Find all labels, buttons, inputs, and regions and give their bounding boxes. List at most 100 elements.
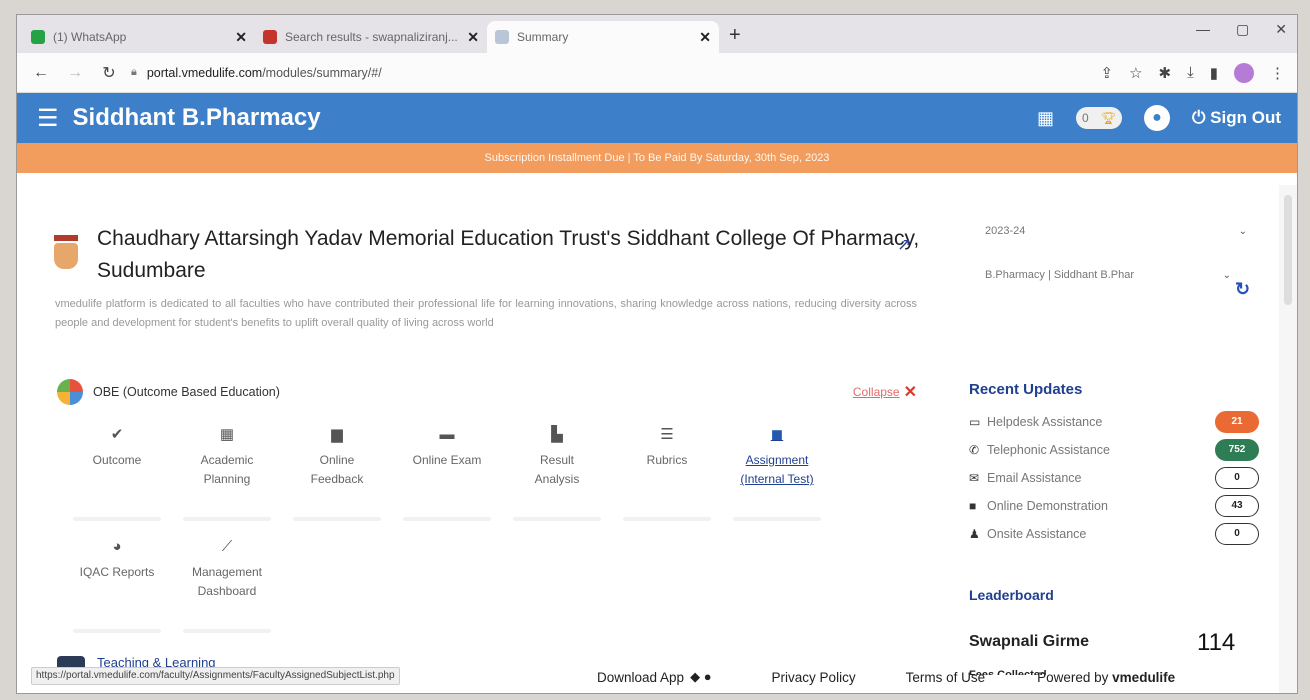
tile-online-feedback[interactable]: ▆ Online Feedback [287,425,387,521]
powered-by: Powered by vmedulife [1037,670,1175,685]
update-row-onsite[interactable]: ♟ Onsite Assistance 0 [969,520,1259,548]
count-badge: 43 [1215,495,1259,517]
url-path: /modules/summary/#/ [262,65,382,80]
tab-title: Summary [517,30,569,44]
user-profile-icon[interactable]: ● [1143,105,1170,131]
tile-outcome[interactable]: ✔ Outcome [67,425,167,521]
tab-summary[interactable]: Summary ✕ [487,21,719,53]
book-icon: ◼ [770,426,784,443]
college-name: Chaudhary Attarsingh Yadav Memorial Educ… [97,227,920,282]
leaderboard-name: Swapnali Girme [969,633,1090,650]
count-badge: 0 [1215,467,1259,489]
chevron-down-icon: ⌄ [1238,225,1247,237]
obe-section-header: OBE (Outcome Based Education) Collapse ✕ [57,379,917,405]
main-content: Chaudhary Attarsingh Yadav Memorial Educ… [17,203,1279,675]
android-apple-icon[interactable]: ◆ ● [690,669,711,685]
download-app-label: Download App [597,669,685,685]
address-bar: ← → ↻ 🔒︎ portal.vmedulife.com/modules/su… [17,53,1297,93]
tile-rubrics[interactable]: ☰ Rubrics [617,425,717,521]
update-row-helpdesk[interactable]: ▭ Helpdesk Assistance 21 [969,408,1259,436]
refresh-icon[interactable]: ↻ [1235,279,1250,300]
envelope-icon: ✉ [969,471,980,485]
tile-academic-planning[interactable]: ▦ Academic Planning [177,425,277,521]
reload-icon[interactable]: ↻ [97,63,121,83]
subscription-banner[interactable]: Subscription Installment Due | To Be Pai… [17,143,1297,173]
tile-label: Academic Planning [200,453,254,486]
tab-strip: (1) WhatsApp ✕ Search results - swapnali… [17,15,1297,53]
hamburger-menu-icon[interactable]: ☰ [37,104,59,133]
tile-iqac-reports[interactable]: ◕ IQAC Reports [67,537,167,633]
window-controls: — ▢ ✕ [1196,21,1287,38]
sign-out-label: Sign Out [1210,108,1281,127]
whatsapp-favicon-icon [31,30,45,44]
tile-label: Online Feedback [310,453,364,486]
external-link-icon[interactable]: ↗ [897,235,911,255]
obe-title: OBE (Outcome Based Education) [93,385,280,399]
maximize-icon[interactable]: ▢ [1236,21,1249,38]
trophy-counter[interactable]: 0 🏆︎ [1075,107,1122,129]
tab-gmail[interactable]: Search results - swapnaliziranj... ✕ [255,21,487,53]
apps-grid-icon[interactable]: ▦ [1037,108,1054,129]
trophy-icon: 🏆︎ [1100,111,1116,125]
sign-out-button[interactable]: ⏻ Sign Out [1192,108,1281,128]
tile-result-analysis[interactable]: ▙ Result Analysis [507,425,607,521]
close-tab-icon[interactable]: ✕ [699,29,711,46]
profile-avatar[interactable] [1234,62,1254,83]
program-select-value: B.Pharmacy | Siddhant B.Phar [985,269,1134,281]
close-icon[interactable]: ✕ [904,382,917,402]
comment-icon: ▆ [331,426,343,443]
url-host: portal.vmedulife.com [146,65,263,80]
forward-icon[interactable]: → [63,64,87,82]
share-icon[interactable]: ⇪ [1100,64,1113,82]
tile-management-dashboard[interactable]: ⟋ Management Dashboard [177,537,277,633]
update-row-online-demo[interactable]: ■ Online Demonstration 43 [969,492,1259,520]
close-tab-icon[interactable]: ✕ [235,29,247,46]
minimize-icon[interactable]: — [1196,21,1210,38]
app-brand: Siddhant B.Pharmacy [72,104,321,131]
tile-assignment[interactable]: ◼ Assignment (Internal Test) [727,425,827,521]
bookmark-star-icon[interactable]: ☆ [1129,64,1142,82]
tile-label: Online Exam [412,453,482,467]
download-icon[interactable]: ⤓ [1187,64,1194,81]
update-label: Email Assistance [987,471,1082,485]
update-row-telephonic[interactable]: ✆ Telephonic Assistance 752 [969,436,1259,464]
program-select[interactable]: B.Pharmacy | Siddhant B.Phar ⌄ [985,261,1231,289]
tile-label: Result Analysis [534,453,580,486]
recent-updates-panel: Recent Updates ▭ Helpdesk Assistance 21 … [969,381,1259,548]
update-row-email[interactable]: ✉ Email Assistance 0 [969,464,1259,492]
kebab-menu-icon[interactable]: ⋮ [1270,64,1285,82]
sidepanel-icon[interactable]: ▮ [1210,64,1218,82]
browser-window: (1) WhatsApp ✕ Search results - swapnali… [16,14,1298,694]
status-bar-url: https://portal.vmedulife.com/faculty/Ass… [31,667,400,685]
count-badge: 0 [1215,523,1259,545]
count-badge: 21 [1215,411,1259,433]
update-label: Onsite Assistance [987,527,1087,541]
leaderboard-title: Leaderboard [969,587,1054,603]
monitor-icon: ▭ [969,415,981,429]
new-tab-icon[interactable]: + [729,24,741,47]
tile-label: Management Dashboard [191,565,263,598]
folder-icon: ▬ [439,426,455,443]
extensions-icon[interactable]: ✱ [1159,64,1172,82]
tile-online-exam[interactable]: ▬ Online Exam [397,425,497,521]
power-icon: ⏻ [1191,108,1206,127]
tile-label: Assignment (Internal Test) [740,453,814,486]
update-label: Telephonic Assistance [987,443,1110,457]
tab-whatsapp[interactable]: (1) WhatsApp ✕ [23,21,255,53]
year-select[interactable]: 2023-24 ⌄ [985,217,1247,245]
user-check-icon: ♟ [969,527,980,541]
page-scrollbar[interactable] [1279,185,1297,693]
update-label: Online Demonstration [987,499,1108,513]
back-icon[interactable]: ← [29,64,53,82]
trophy-count: 0 [1082,111,1089,125]
video-icon: ■ [969,499,977,513]
collapse-link[interactable]: Collapse [853,385,900,399]
terms-of-use-link[interactable]: Terms of Use [906,670,986,685]
privacy-policy-link[interactable]: Privacy Policy [772,670,856,685]
tile-label: Outcome [92,453,142,467]
close-window-icon[interactable]: ✕ [1275,21,1287,38]
pie-chart-icon: ◕ [112,538,122,555]
close-tab-icon[interactable]: ✕ [467,29,479,46]
app-header: ☰ Siddhant B.Pharmacy ▦ 0 🏆︎ ● ⏻ Sign Ou… [17,93,1297,143]
url-field[interactable]: 🔒︎ portal.vmedulife.com/modules/summary/… [131,66,1100,80]
